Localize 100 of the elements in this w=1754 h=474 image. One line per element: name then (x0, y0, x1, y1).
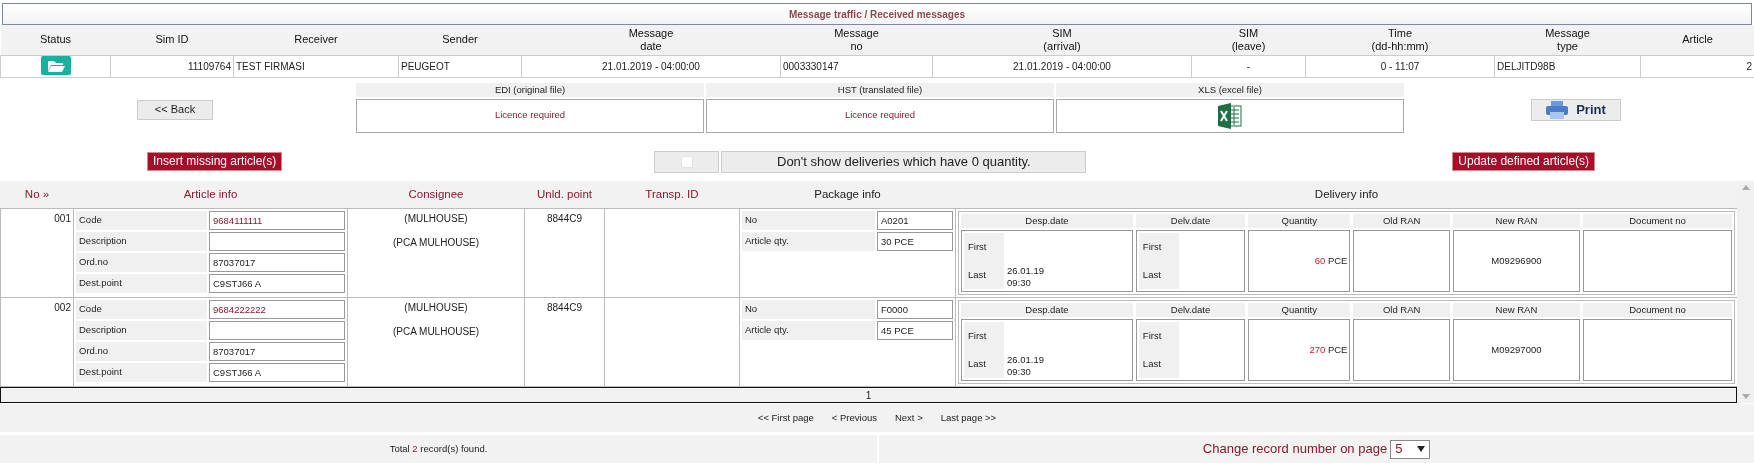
table-cell: PEUGEOT (398, 55, 522, 77)
column-header: Sim ID (155, 33, 189, 46)
back-button[interactable]: << Back (137, 99, 213, 120)
scroll-up-icon (1741, 184, 1750, 190)
printer-icon (1546, 100, 1569, 119)
table-cell: 0003330147 (780, 55, 933, 77)
input-field[interactable] (209, 232, 345, 251)
folder-icon (46, 59, 65, 72)
licence-note: Licence required (844, 108, 916, 123)
sort-link[interactable]: Transp. ID (645, 187, 699, 200)
column-header: Message type (1545, 26, 1590, 52)
quantity-value: 270 PCE (1309, 342, 1348, 357)
row-number: 001 (54, 213, 71, 224)
record-total: Total 2 record(s) found. (389, 441, 488, 456)
filter-label: Don't show deliveries which have 0 quantity. (721, 150, 1087, 173)
sort-link[interactable]: Unld. point (537, 187, 592, 200)
input-field[interactable] (209, 321, 345, 340)
pager-link[interactable]: Last page >> (940, 410, 997, 426)
page-size-select[interactable]: 5 (1390, 439, 1431, 459)
input-field[interactable]: C9STJ66 A (209, 274, 345, 293)
field-label: Last (964, 350, 1004, 378)
table-cell: 21.01.2019 - 04:00:00 (932, 55, 1192, 77)
column-header: Delv.date (1135, 303, 1246, 317)
column-header: New RAN (1452, 214, 1580, 228)
column-header: Time (dd-hh:mm) (1371, 26, 1429, 52)
field-label: Last (964, 261, 1004, 289)
input-field[interactable]: 87037017 (209, 253, 345, 272)
spreadsheet-icon (1218, 102, 1242, 129)
table-cell: DELJITD98B (1494, 55, 1641, 77)
field-label: Dest.point (76, 363, 207, 382)
field-label: Code (76, 300, 207, 319)
field-label: Description (76, 232, 207, 251)
table-cell-text: M09297000 (1491, 342, 1542, 357)
column-header: Message date (628, 26, 674, 52)
table-cell: 8844C9 (547, 213, 582, 224)
column-header: Delv.date (1135, 214, 1246, 228)
field-label: First (1138, 233, 1179, 261)
field-label: Dest.point (76, 274, 207, 293)
field-label: Article qty. (742, 321, 875, 340)
column-header: Receiver (294, 33, 338, 46)
open-folder-button[interactable] (40, 56, 71, 75)
pager-link[interactable]: < Previous (831, 410, 877, 426)
input-field[interactable]: 9684222222 (209, 300, 345, 319)
input-field[interactable]: 30 PCE (877, 232, 953, 251)
page-number: 1 (0, 387, 1737, 403)
consignee-text: (PCA MULHOUSE) (391, 236, 481, 250)
update-articles-button[interactable]: Update defined article(s) (1452, 152, 1596, 171)
table-cell: 21.01.2019 - 04:00:00 (521, 55, 781, 77)
sort-link[interactable]: No » (24, 187, 50, 200)
record-count-label: Change record number on page (1202, 440, 1388, 459)
column-header: Document no (1583, 303, 1732, 317)
column-header: SIM (arrival) (1043, 26, 1081, 52)
print-button[interactable]: Print (1531, 98, 1621, 121)
column-header: Package info (814, 187, 881, 200)
column-header: SIM (leave) (1231, 26, 1266, 52)
input-field[interactable]: F0000 (877, 300, 953, 319)
column-header: Quantity (1248, 214, 1351, 228)
sort-link[interactable]: Article info (183, 187, 238, 200)
pager-link[interactable]: Next > (894, 410, 923, 426)
table-cell: TEST FIRMASI (233, 55, 399, 77)
quantity-value: 60 PCE (1314, 253, 1348, 268)
column-header: Old RAN (1353, 303, 1450, 317)
field-label: First (1138, 322, 1179, 350)
input-field[interactable]: C9STJ66 A (209, 363, 345, 382)
file-label: EDI (original file) (356, 82, 704, 97)
field-label: First (964, 233, 1004, 261)
date-value: 26.01.19 09:30 (1006, 354, 1044, 378)
dropdown-caret-icon (1417, 446, 1426, 452)
table-cell-text: M09296900 (1491, 253, 1542, 268)
sort-link[interactable]: Consignee (408, 187, 464, 200)
licence-note: Licence required (494, 108, 566, 123)
field-label: Article qty. (742, 232, 875, 251)
column-header: Desp.date (961, 214, 1133, 228)
field-label: No (742, 300, 875, 319)
table-cell: 11109764 (110, 55, 234, 77)
field-label: Description (76, 321, 207, 340)
field-label: Last (1138, 350, 1179, 378)
field-label: Ord.no (76, 342, 207, 361)
table-cell: 8844C9 (547, 302, 582, 313)
table-cell: - (1191, 55, 1306, 77)
input-field[interactable]: 45 PCE (877, 321, 953, 340)
column-header: Old RAN (1353, 214, 1450, 228)
field-label: Last (1138, 261, 1179, 289)
field-label: Code (76, 211, 207, 230)
row-number: 002 (54, 302, 71, 313)
column-header: Quantity (1248, 303, 1351, 317)
field-label: No (742, 211, 875, 230)
input-field[interactable]: 87037017 (209, 342, 345, 361)
insert-articles-button[interactable]: Insert missing article(s) (147, 152, 283, 171)
pager-link[interactable]: << First page (757, 410, 814, 426)
field-label: First (964, 322, 1004, 350)
file-label: XLS (excel file) (1056, 82, 1404, 97)
column-header: Message no (834, 26, 879, 52)
checkbox[interactable] (680, 155, 693, 168)
input-field[interactable]: A0201 (877, 211, 953, 230)
page-title: Message traffic / Received messages (2, 3, 1752, 25)
input-field[interactable]: 9684111111 (209, 211, 345, 230)
scroll-down-icon (1741, 394, 1750, 399)
file-label: HST (translated file) (706, 82, 1054, 97)
column-header: Article (1682, 33, 1713, 46)
